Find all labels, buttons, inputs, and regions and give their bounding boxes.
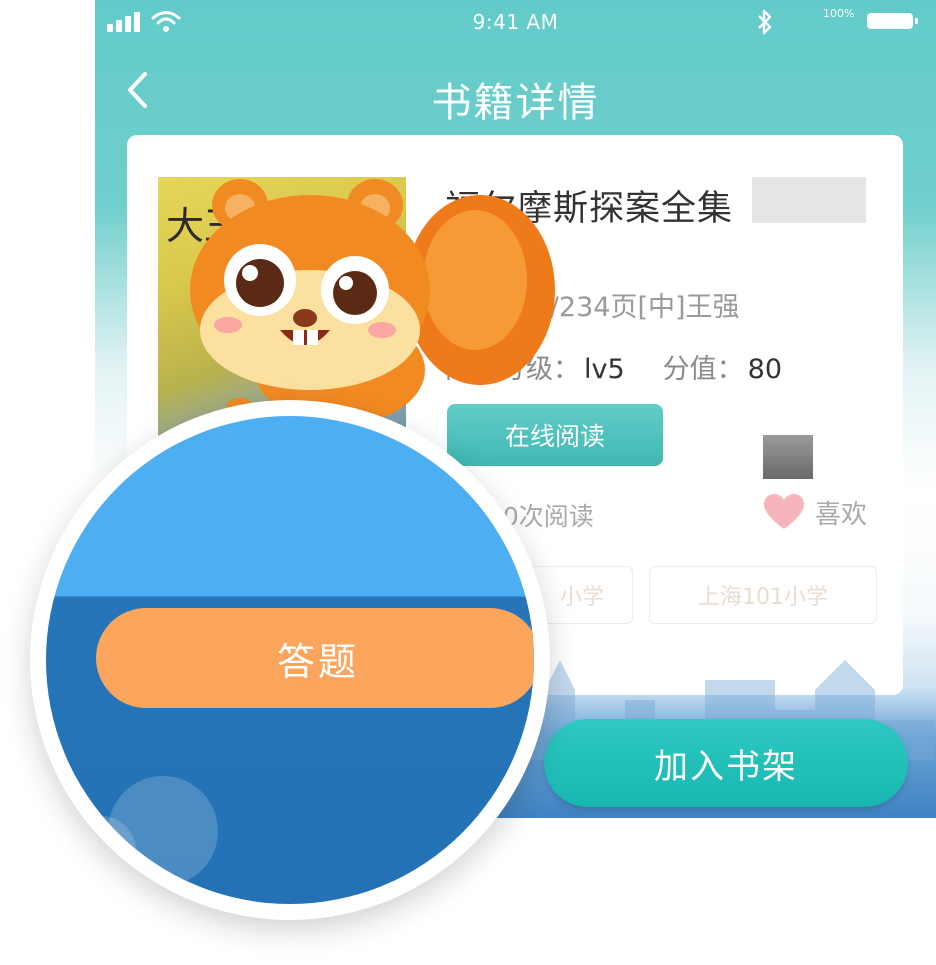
add-to-shelf-button[interactable]: 加入书架 — [544, 719, 908, 807]
magnified-area: 答题 — [46, 416, 534, 904]
battery-icon — [867, 13, 913, 29]
tag-school-name[interactable]: 上海101小学 — [649, 566, 877, 624]
bluetooth-icon — [758, 9, 772, 35]
magnifier-callout: 答题 — [30, 400, 550, 920]
grade-value: lv5 — [584, 354, 625, 385]
answer-button[interactable]: 答题 — [96, 608, 534, 708]
score-value: 80 — [747, 354, 783, 385]
battery-percent: 100% — [823, 7, 855, 20]
placeholder-thumbnail — [763, 435, 813, 479]
score-label: 分值： — [662, 354, 744, 385]
title-redaction — [752, 177, 866, 223]
like-button[interactable]: 喜欢 — [763, 493, 867, 531]
status-time: 9:41 AM — [472, 10, 559, 34]
status-bar: 9:41 AM 100% — [95, 0, 936, 44]
like-label: 喜欢 — [815, 499, 868, 530]
heart-icon — [764, 494, 804, 529]
page-title: 书籍详情 — [431, 80, 600, 126]
squirrel-mascot — [190, 179, 555, 425]
